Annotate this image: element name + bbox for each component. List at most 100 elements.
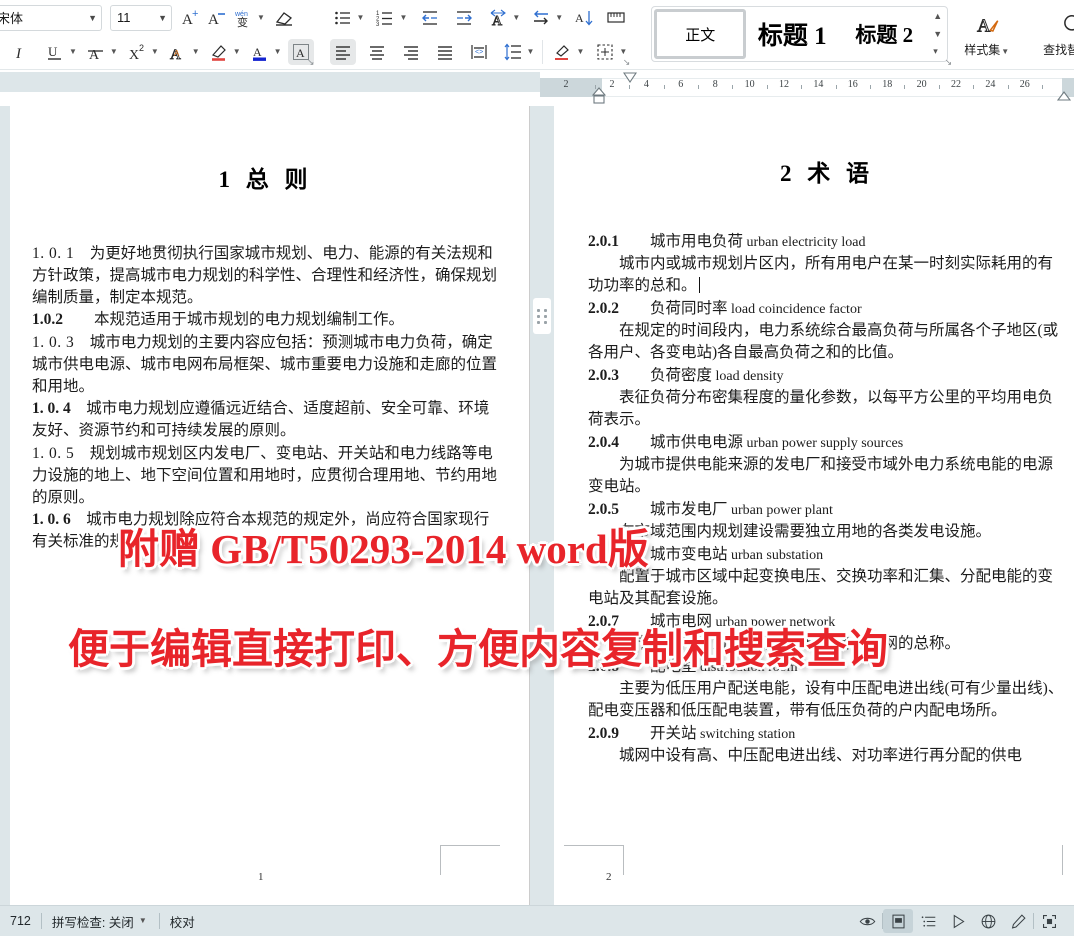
- italic-button[interactable]: I: [8, 39, 34, 65]
- line-spacing-button[interactable]: [500, 39, 526, 65]
- grow-font-button[interactable]: A+: [178, 5, 204, 31]
- font-color-button[interactable]: A: [247, 39, 273, 65]
- term-heading[interactable]: 2.0.8 配电室 distribution room: [588, 656, 1066, 678]
- document-page-2[interactable]: 2 术 语 2.0.1 城市用电负荷 urban electricity loa…: [554, 106, 1074, 905]
- term-heading[interactable]: 2.0.6 城市变电站 urban substation: [588, 544, 1066, 566]
- chevron-down-icon[interactable]: ▼: [576, 48, 584, 56]
- right-indent-marker[interactable]: [1057, 89, 1071, 101]
- term-heading[interactable]: 2.0.5 城市发电厂 urban power plant: [588, 499, 1066, 521]
- chevron-down-icon[interactable]: ▼: [139, 917, 147, 925]
- scroll-up-icon[interactable]: ▲: [933, 12, 942, 21]
- superscript-button[interactable]: X2: [124, 39, 150, 65]
- font-name-combo[interactable]: 宋体 ▼: [0, 5, 102, 31]
- strikethrough-button[interactable]: A: [83, 39, 109, 65]
- chevron-down-icon[interactable]: ▼: [399, 14, 407, 22]
- asian-layout-button[interactable]: A: [485, 5, 511, 31]
- term-definition[interactable]: 主要为低压用户配送电能，设有中压配电进出线(可有少量出线)、配电变压器和低压配电…: [588, 678, 1066, 722]
- sort-button[interactable]: A: [571, 5, 597, 31]
- chevron-down-icon[interactable]: ▼: [274, 48, 282, 56]
- text-effect-button[interactable]: AA: [165, 39, 191, 65]
- font-dialog-launcher[interactable]: ↘: [307, 57, 315, 68]
- term-definition[interactable]: 城市区域内，为城市用户供电的各级电网的总称。: [588, 633, 1066, 655]
- shrink-font-button[interactable]: A: [204, 5, 230, 31]
- proofread-button[interactable]: 校对: [160, 909, 205, 933]
- scroll-down-icon[interactable]: ▼: [933, 30, 942, 39]
- align-left-button[interactable]: [330, 39, 356, 65]
- chevron-down-icon[interactable]: ▼: [527, 48, 535, 56]
- clause-paragraph[interactable]: 1. 0. 5 规划城市规划区内发电厂、变电站、开关站和电力线路等电力设施的地上…: [32, 443, 499, 509]
- style-item-heading1[interactable]: 标题 1: [746, 9, 838, 59]
- clause-paragraph[interactable]: 1. 0. 6 城市电力规划除应符合本规范的规定外，尚应符合国家现行有关标准的规…: [32, 509, 499, 553]
- term-heading[interactable]: 2.0.7 城市电网 urban power network: [588, 611, 1066, 633]
- word-count[interactable]: 712: [0, 909, 41, 933]
- page1-body[interactable]: 1. 0. 1 为更好地贯彻执行国家城市规划、电力、能源的有关法规和方针政策，提…: [32, 243, 499, 554]
- chevron-down-icon[interactable]: ▼: [1001, 47, 1009, 56]
- chevron-down-icon[interactable]: ▼: [69, 48, 77, 56]
- numbering-button[interactable]: 123: [372, 5, 398, 31]
- clause-paragraph[interactable]: 1. 0. 3 城市电力规划的主要内容应包括：预测城市电力负荷，确定城市供电电源…: [32, 332, 499, 398]
- paragraph-dialog-launcher[interactable]: ↘: [623, 57, 631, 68]
- page-layout-icon[interactable]: [883, 909, 913, 933]
- styles-gallery-scroll[interactable]: ▲ ▼ ▾: [930, 10, 945, 58]
- document-canvas[interactable]: 1 总 则 1. 0. 1 为更好地贯彻执行国家城市规划、电力、能源的有关法规和…: [0, 106, 1074, 905]
- focus-mode-icon[interactable]: [1034, 909, 1064, 933]
- highlight-color-button[interactable]: [206, 39, 232, 65]
- chevron-down-icon[interactable]: ▼: [357, 14, 365, 22]
- chevron-down-icon[interactable]: ▼: [192, 48, 200, 56]
- term-definition[interactable]: 城市内或城市规划片区内，所有用电户在某一时刻实际耗用的有功功率的总和。: [588, 253, 1066, 297]
- chevron-down-icon[interactable]: ▼: [257, 14, 265, 22]
- style-set-button[interactable]: A 样式集▼: [956, 4, 1019, 66]
- term-heading[interactable]: 2.0.4 城市供电电源 urban power supply sources: [588, 432, 1066, 454]
- horizontal-ruler[interactable]: 22468101214161820222426: [540, 70, 1074, 106]
- term-heading[interactable]: 2.0.2 负荷同时率 load coincidence factor: [588, 298, 1066, 320]
- chevron-down-icon[interactable]: ▼: [110, 48, 118, 56]
- play-presentation-icon[interactable]: [943, 909, 973, 933]
- outline-view-icon[interactable]: [913, 909, 943, 933]
- chevron-down-icon[interactable]: ▼: [233, 48, 241, 56]
- chevron-down-icon[interactable]: ▼: [619, 48, 627, 56]
- bullets-button[interactable]: [330, 5, 356, 31]
- clause-paragraph[interactable]: 1.0.2 本规范适用于城市规划的电力规划编制工作。: [32, 309, 499, 331]
- document-page-1[interactable]: 1 总 则 1. 0. 1 为更好地贯彻执行国家城市规划、电力、能源的有关法规和…: [10, 106, 530, 905]
- page2-body[interactable]: 2.0.1 城市用电负荷 urban electricity load城市内或城…: [588, 231, 1066, 768]
- underline-button[interactable]: U: [42, 39, 68, 65]
- justify-button[interactable]: [432, 39, 458, 65]
- align-center-button[interactable]: [364, 39, 390, 65]
- hanging-indent-marker[interactable]: [592, 87, 606, 105]
- distribute-button[interactable]: <>: [466, 39, 492, 65]
- spellcheck-status[interactable]: 拼写检查: 关闭 ▼: [42, 909, 159, 933]
- clear-format-button[interactable]: [271, 5, 297, 31]
- term-heading[interactable]: 2.0.3 负荷密度 load density: [588, 365, 1066, 387]
- term-definition[interactable]: 在规定的时间段内，电力系统综合最高负荷与所属各个子地区(或各用户、各变电站)各自…: [588, 320, 1066, 364]
- chevron-down-icon[interactable]: ▼: [151, 48, 159, 56]
- eye-icon[interactable]: [852, 909, 882, 933]
- style-item-body[interactable]: 正文: [654, 9, 746, 59]
- font-size-combo[interactable]: 11 ▼: [110, 5, 172, 31]
- show-formatting-marks-button[interactable]: [603, 5, 629, 31]
- pinyin-guide-button[interactable]: wén变: [230, 5, 256, 31]
- drag-handle[interactable]: [533, 298, 551, 334]
- text-direction-button[interactable]: [528, 5, 554, 31]
- pen-edit-icon[interactable]: [1003, 909, 1033, 933]
- shading-button[interactable]: [549, 39, 575, 65]
- term-definition[interactable]: 配置于城市区域中起变换电压、交换功率和汇集、分配电能的变电站及其配套设施。: [588, 566, 1066, 610]
- web-view-icon[interactable]: [973, 909, 1003, 933]
- styles-dialog-launcher[interactable]: ↘: [945, 57, 953, 68]
- term-heading[interactable]: 2.0.1 城市用电负荷 urban electricity load: [588, 231, 1066, 253]
- term-definition[interactable]: 表征负荷分布密集程度的量化参数，以每平方公里的平均用电负荷表示。: [588, 387, 1066, 431]
- styles-gallery[interactable]: 正文 标题 1 标题 2 ▲ ▼ ▾: [651, 6, 948, 62]
- term-definition[interactable]: 为城市提供电能来源的发电厂和接受市域外电力系统电能的电源变电站。: [588, 454, 1066, 498]
- align-right-button[interactable]: [398, 39, 424, 65]
- expand-gallery-icon[interactable]: ▾: [933, 47, 942, 56]
- term-definition[interactable]: 城网中设有高、中压配电进出线、对功率进行再分配的供电: [588, 745, 1066, 767]
- style-item-heading2[interactable]: 标题 2: [838, 9, 930, 59]
- first-line-indent-marker[interactable]: [623, 72, 637, 83]
- term-heading[interactable]: 2.0.9 开关站 switching station: [588, 723, 1066, 745]
- chevron-down-icon[interactable]: ▼: [555, 14, 563, 22]
- chevron-down-icon[interactable]: ▼: [512, 14, 520, 22]
- clause-paragraph[interactable]: 1. 0. 4 城市电力规划应遵循远近结合、适度超前、安全可靠、环境友好、资源节…: [32, 398, 499, 442]
- clause-paragraph[interactable]: 1. 0. 1 为更好地贯彻执行国家城市规划、电力、能源的有关法规和方针政策，提…: [32, 243, 499, 309]
- find-replace-button[interactable]: 查找替换▼: [1035, 4, 1074, 66]
- borders-button[interactable]: [592, 39, 618, 65]
- increase-indent-button[interactable]: [451, 5, 477, 31]
